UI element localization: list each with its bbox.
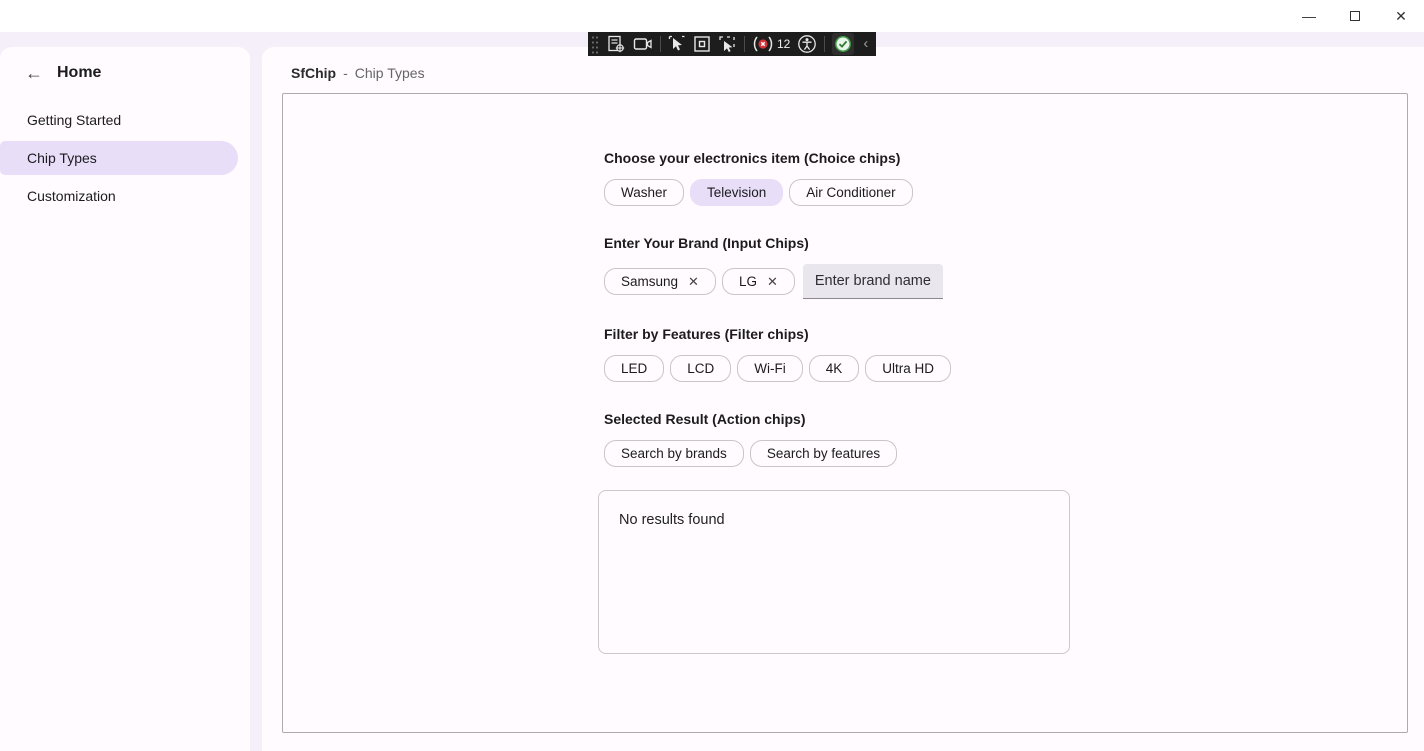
- input-chip-group: Samsung ✕ LG ✕: [604, 264, 1407, 299]
- sidebar: ← Home Getting Started Chip Types Custom…: [0, 47, 250, 751]
- window-titlebar: — ✕: [0, 0, 1424, 32]
- status-ok-tile[interactable]: [832, 33, 854, 55]
- result-box: No results found: [598, 490, 1070, 654]
- chip-lg[interactable]: LG ✕: [722, 268, 795, 295]
- accessibility-icon[interactable]: [797, 32, 817, 56]
- chip-search-by-features[interactable]: Search by features: [750, 440, 897, 467]
- chip-search-by-brands[interactable]: Search by brands: [604, 440, 744, 467]
- window-close-button[interactable]: ✕: [1378, 0, 1424, 32]
- choice-chip-group: Washer Television Air Conditioner: [604, 179, 1407, 206]
- maximize-icon: [1350, 11, 1360, 21]
- sidebar-item-chip-types[interactable]: Chip Types: [0, 141, 238, 175]
- live-visual-tree-icon[interactable]: [606, 32, 626, 56]
- sidebar-header: ← Home: [0, 47, 250, 82]
- chip-4k[interactable]: 4K: [809, 355, 860, 382]
- minimize-icon: —: [1302, 9, 1316, 23]
- action-chip-group: Search by brands Search by features: [604, 440, 1407, 467]
- chip-ultra-hd[interactable]: Ultra HD: [865, 355, 951, 382]
- toolbar-grip-handle[interactable]: [590, 34, 599, 54]
- demo-panel: Choose your electronics item (Choice chi…: [282, 93, 1408, 733]
- demo-content: Choose your electronics item (Choice chi…: [604, 94, 1407, 654]
- breadcrumb: SfChip - Chip Types: [291, 65, 425, 81]
- back-arrow-icon[interactable]: ←: [25, 64, 43, 82]
- window-maximize-button[interactable]: [1332, 0, 1378, 32]
- chip-samsung-label: Samsung: [621, 274, 678, 289]
- select-frame-icon[interactable]: [718, 32, 737, 56]
- chip-samsung[interactable]: Samsung ✕: [604, 268, 716, 295]
- close-icon: ✕: [1395, 9, 1407, 23]
- chip-air-conditioner[interactable]: Air Conditioner: [789, 179, 912, 206]
- chip-led[interactable]: LED: [604, 355, 664, 382]
- breadcrumb-page-name: Chip Types: [355, 65, 425, 81]
- chip-close-icon[interactable]: ✕: [767, 275, 778, 288]
- breadcrumb-control-name: SfChip: [291, 65, 336, 81]
- frame-outline-icon[interactable]: [693, 32, 711, 56]
- result-text: No results found: [619, 512, 1049, 528]
- chip-television[interactable]: Television: [690, 179, 783, 206]
- chip-washer[interactable]: Washer: [604, 179, 684, 206]
- screen-record-icon[interactable]: [633, 32, 653, 56]
- chip-close-icon[interactable]: ✕: [688, 275, 699, 288]
- filter-chips-label: Filter by Features (Filter chips): [604, 326, 1407, 342]
- toolbar-separator: [824, 36, 825, 52]
- chip-lg-label: LG: [739, 274, 757, 289]
- chip-lcd[interactable]: LCD: [670, 355, 731, 382]
- sidebar-item-getting-started[interactable]: Getting Started: [0, 103, 238, 137]
- sidebar-nav: Getting Started Chip Types Customization: [0, 103, 250, 213]
- choice-chips-label: Choose your electronics item (Choice chi…: [604, 150, 1407, 166]
- chip-wifi[interactable]: Wi-Fi: [737, 355, 802, 382]
- select-element-icon[interactable]: [668, 32, 686, 56]
- action-chips-label: Selected Result (Action chips): [604, 411, 1407, 427]
- brand-name-input[interactable]: [803, 264, 943, 299]
- error-count-badge: 12: [777, 37, 790, 51]
- input-chips-label: Enter Your Brand (Input Chips): [604, 235, 1407, 251]
- toolbar-separator: [744, 36, 745, 52]
- toolbar-separator: [660, 36, 661, 52]
- main-content: SfChip - Chip Types Choose your electron…: [262, 47, 1424, 751]
- hot-reload-errors-icon[interactable]: [752, 32, 774, 56]
- filter-chip-group: LED LCD Wi-Fi 4K Ultra HD: [604, 355, 1407, 382]
- debug-toolbar: 12 ‹: [588, 32, 876, 56]
- sidebar-title: Home: [57, 64, 101, 82]
- sidebar-item-customization[interactable]: Customization: [0, 179, 238, 213]
- toolbar-collapse-chevron-icon[interactable]: ‹: [861, 33, 870, 55]
- app-window: — ✕: [0, 0, 1424, 751]
- breadcrumb-separator: -: [343, 65, 348, 81]
- window-minimize-button[interactable]: —: [1286, 0, 1332, 32]
